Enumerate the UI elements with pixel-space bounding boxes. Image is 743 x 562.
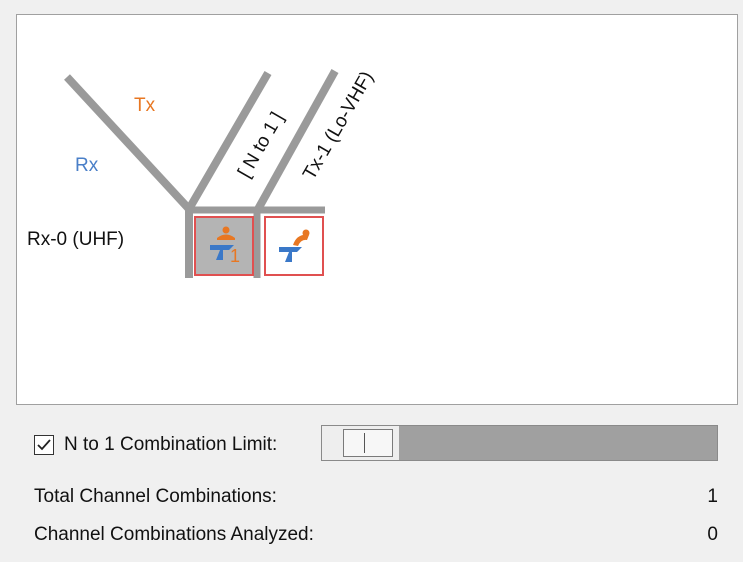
total-combinations-row: Total Channel Combinations: 1 xyxy=(34,486,718,508)
analyzed-combinations-value: 0 xyxy=(707,524,718,545)
cell-rx0-tx-1[interactable] xyxy=(264,216,324,276)
checkmark-icon xyxy=(37,439,51,451)
cell-rx0-n-to-1[interactable]: 1 xyxy=(194,216,254,276)
total-combinations-label: Total Channel Combinations: xyxy=(34,486,277,507)
combination-diagram-panel: Tx Rx [ N to 1 ] Tx-1 (Lo-VHF) Rx-0 (UHF… xyxy=(16,14,738,405)
combination-limit-checkbox[interactable] xyxy=(34,435,54,455)
combination-limit-slider[interactable] xyxy=(321,425,718,461)
cell-1-badge: 1 xyxy=(230,246,240,266)
combination-limit-row: N to 1 Combination Limit: xyxy=(34,427,277,463)
rx-diagonal-line xyxy=(64,74,192,212)
analyzed-combinations-label: Channel Combinations Analyzed: xyxy=(34,524,314,545)
combination-limit-label: N to 1 Combination Limit: xyxy=(64,434,278,455)
rx-axis-label: Rx xyxy=(75,155,99,176)
row-header-rx-0[interactable]: Rx-0 (UHF) xyxy=(27,229,124,250)
slider-thumb[interactable] xyxy=(343,429,393,457)
combination-diagram: Tx Rx [ N to 1 ] Tx-1 (Lo-VHF) Rx-0 (UHF… xyxy=(27,68,378,278)
column-header-tx-1[interactable]: Tx-1 (Lo-VHF) xyxy=(299,68,378,184)
tx-axis-label: Tx xyxy=(134,95,156,116)
total-combinations-value: 1 xyxy=(707,486,718,507)
analyzed-combinations-row: Channel Combinations Analyzed: 0 xyxy=(34,524,718,546)
